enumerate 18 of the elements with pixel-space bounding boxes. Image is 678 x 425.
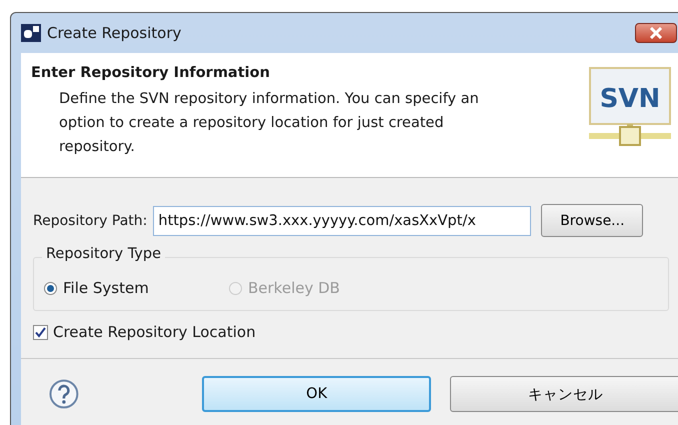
close-button[interactable]: [635, 23, 677, 43]
header-title: Enter Repository Information: [31, 65, 271, 81]
browse-button[interactable]: Browse...: [541, 204, 644, 237]
ok-button[interactable]: OK: [202, 376, 432, 412]
checkbox-label: Create Repository Location: [53, 323, 256, 341]
window-title: Create Repository: [47, 24, 182, 42]
help-icon[interactable]: [49, 379, 79, 409]
group-title: Repository Type: [42, 246, 166, 262]
checkbox[interactable]: [33, 324, 48, 340]
radio-label: Berkeley DB: [248, 279, 340, 297]
cancel-button[interactable]: キャンセル: [450, 376, 678, 412]
header-description: Define the SVN repository information. You can specify an option to create a repository location for just created repository.: [59, 90, 480, 157]
path-label: Repository Path:: [33, 212, 148, 228]
radio-label: File System: [63, 279, 149, 297]
path-field[interactable]: https://www.sw3.xxx.yyyyy.com/xasXxVpt/x: [153, 206, 532, 236]
radio-button[interactable]: [44, 282, 57, 294]
app-icon: [21, 24, 41, 42]
close-icon: [649, 27, 663, 39]
